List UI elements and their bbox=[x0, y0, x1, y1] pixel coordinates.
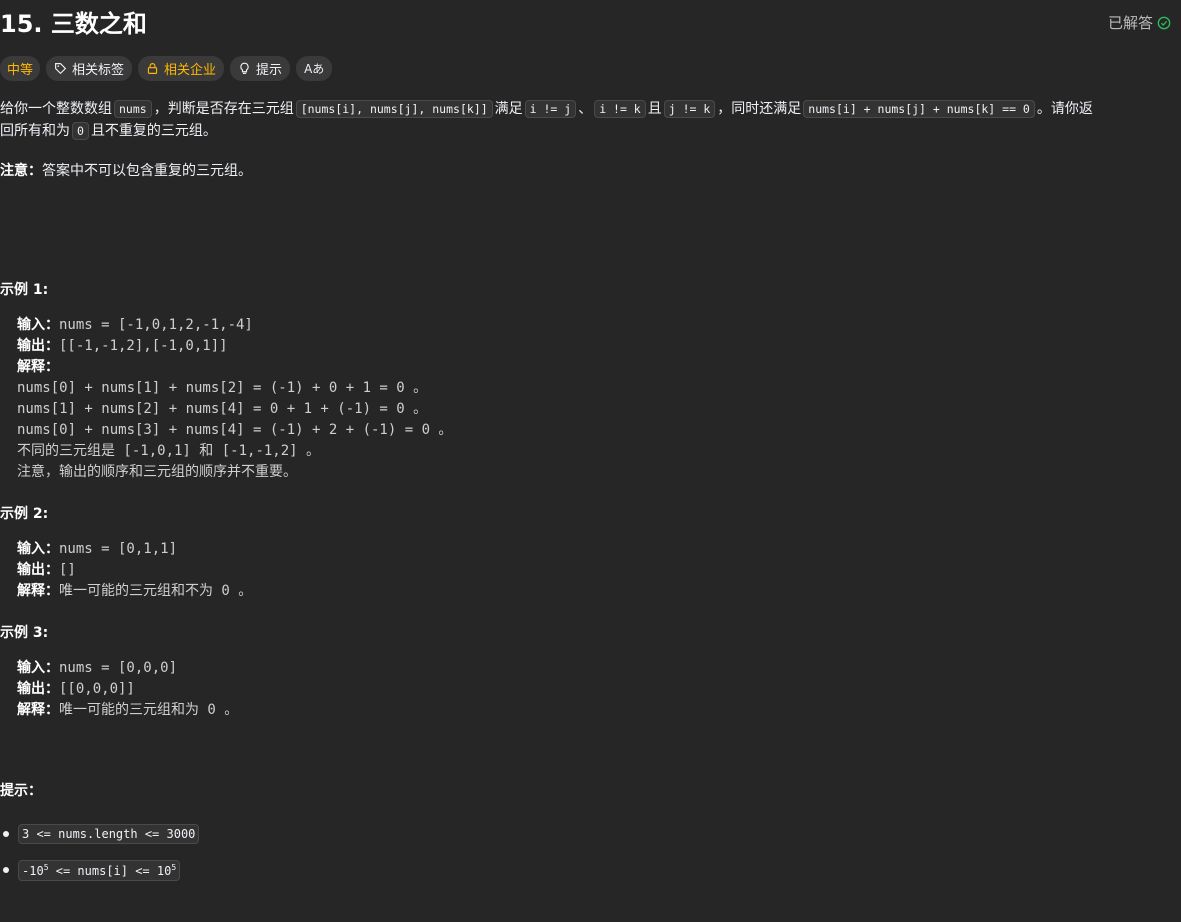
solved-status: 已解答 bbox=[1108, 12, 1171, 33]
explain-code: [-1,0,1] bbox=[115, 443, 200, 459]
explain-text: 唯一可能的三元组和不为 bbox=[59, 583, 213, 599]
explain-line: nums[0] + nums[1] + nums[2] = (-1) + 0 +… bbox=[17, 380, 428, 396]
inline-code: i != k bbox=[594, 100, 646, 118]
example-block: 输入：nums = [-1,0,1,2,-1,-4] 输出：[[-1,-1,2]… bbox=[17, 315, 452, 483]
inline-code: [nums[i], nums[j], nums[k]] bbox=[295, 100, 493, 118]
inline-code: i != j bbox=[524, 100, 577, 118]
inline-code: nums bbox=[114, 100, 152, 118]
statement-text: 且不重复的三元组。 bbox=[90, 123, 217, 139]
related-companies-button[interactable]: 相关企业 bbox=[138, 56, 225, 81]
explain-text: 。 bbox=[306, 443, 321, 459]
explain-code: 0 bbox=[199, 702, 225, 718]
note-label: 注意： bbox=[0, 163, 42, 179]
inline-code: nums[i] + nums[j] + nums[k] == 0 bbox=[803, 100, 1035, 118]
problem-statement: 给你一个整数数组 nums ，判断是否存在三元组 [nums[i], nums[j],… bbox=[0, 98, 1170, 142]
statement-text: 回所有和为 bbox=[0, 123, 70, 139]
constraints-list: 3 <= nums.length <= 3000 -10 5 <= nums[i]… bbox=[0, 816, 201, 888]
output-label: 输出： bbox=[17, 562, 59, 578]
input-label: 输入： bbox=[17, 541, 59, 557]
example-block: 输入：nums = [0,0,0] 输出：[[0,0,0]] 解释：唯一可能的三… bbox=[17, 658, 238, 721]
statement-text: 。请你返 bbox=[1036, 101, 1093, 117]
explain-code: 0 bbox=[213, 583, 239, 599]
translate-button[interactable]: Aあ bbox=[296, 56, 333, 81]
inline-code: 0 bbox=[72, 122, 89, 140]
explain-text: 唯一可能的三元组和为 bbox=[59, 702, 199, 718]
statement-text: 、 bbox=[578, 101, 593, 117]
page-title: 15. 三数之和 bbox=[0, 10, 147, 38]
explain-line: nums[1] + nums[2] + nums[4] = 0 + 1 + (-… bbox=[17, 401, 428, 417]
related-companies-label: 相关企业 bbox=[164, 63, 217, 78]
output-label: 输出： bbox=[17, 338, 59, 354]
example-block: 输入：nums = [0,1,1] 输出：[] 解释：唯一可能的三元组和不为 0… bbox=[17, 539, 252, 602]
example-heading: 示例 2: bbox=[0, 506, 49, 522]
difficulty-label: 中等 bbox=[7, 63, 34, 78]
example-input: nums = [-1,0,1,2,-1,-4] bbox=[59, 317, 253, 333]
statement-text: ，判断是否存在三元组 bbox=[153, 101, 294, 117]
example-input: nums = [0,0,0] bbox=[59, 660, 178, 676]
statement-text: 满足 bbox=[494, 101, 523, 117]
tag-bar: 中等 相关标签 相关企业 提示 Aあ bbox=[0, 56, 333, 81]
example-output: [[0,0,0]] bbox=[59, 681, 135, 697]
statement-text: ，同时还满足 bbox=[717, 101, 802, 117]
solved-label: 已解答 bbox=[1107, 14, 1153, 32]
example-output: [] bbox=[59, 562, 76, 578]
explain-text: 不同的三元组是 bbox=[17, 443, 115, 459]
constraints-heading: 提示： bbox=[0, 783, 42, 799]
problem-description-panel: 15. 三数之和 已解答 中等 相关标签 相关企业 提示 Aあ 给你一个整数数组… bbox=[0, 0, 1181, 922]
hint-button[interactable]: 提示 bbox=[230, 56, 291, 81]
explain-text: 。 bbox=[224, 702, 239, 718]
tag-icon bbox=[55, 63, 67, 75]
inline-code: j != k bbox=[663, 100, 716, 118]
example-output: [[-1,-1,2],[-1,0,1]] bbox=[59, 338, 228, 354]
lock-icon bbox=[147, 63, 158, 74]
explain-line: nums[0] + nums[3] + nums[4] = (-1) + 2 +… bbox=[17, 422, 453, 438]
translate-icon: Aあ bbox=[304, 62, 325, 76]
explain-text: 注意，输出的顺序和三元组的顺序并不重要。 bbox=[17, 464, 297, 480]
note-text: 答案中不可以包含重复的三元组。 bbox=[42, 163, 252, 179]
constraint-code: 3 <= nums.length <= 3000 bbox=[18, 824, 200, 844]
constraint-item: -105 <= nums[i] <= 105 bbox=[0, 852, 201, 888]
example-input: nums = [0,1,1] bbox=[59, 541, 178, 557]
statement-text: 给你一个整数数组 bbox=[0, 101, 112, 117]
explain-code: [-1,-1,2] bbox=[213, 443, 307, 459]
explain-label: 解释： bbox=[17, 583, 59, 599]
exponent: 5 bbox=[171, 862, 177, 872]
constraint-text: -10 bbox=[22, 863, 44, 878]
explain-label: 解释： bbox=[17, 359, 59, 375]
explain-label: 解释： bbox=[17, 702, 59, 718]
constraint-code: -105 <= nums[i] <= 105 bbox=[18, 859, 181, 881]
explain-text: 和 bbox=[199, 443, 214, 459]
check-circle-icon bbox=[1157, 16, 1171, 29]
constraint-text: <= nums[i] <= 10 bbox=[48, 863, 172, 878]
lightbulb-icon bbox=[240, 62, 249, 74]
statement-text: 且 bbox=[647, 101, 662, 117]
related-tags-label: 相关标签 bbox=[72, 63, 125, 78]
difficulty-badge: 中等 bbox=[0, 56, 41, 81]
input-label: 输入： bbox=[17, 660, 59, 676]
note: 注意：答案中不可以包含重复的三元组。 bbox=[0, 160, 252, 182]
explain-text: 。 bbox=[238, 583, 253, 599]
example-heading: 示例 1: bbox=[0, 282, 49, 298]
example-heading: 示例 3: bbox=[0, 625, 49, 641]
related-tags-button[interactable]: 相关标签 bbox=[46, 56, 133, 81]
input-label: 输入： bbox=[17, 317, 59, 333]
constraint-item: 3 <= nums.length <= 3000 bbox=[0, 816, 201, 852]
output-label: 输出： bbox=[17, 681, 59, 697]
hint-label: 提示 bbox=[256, 63, 283, 78]
